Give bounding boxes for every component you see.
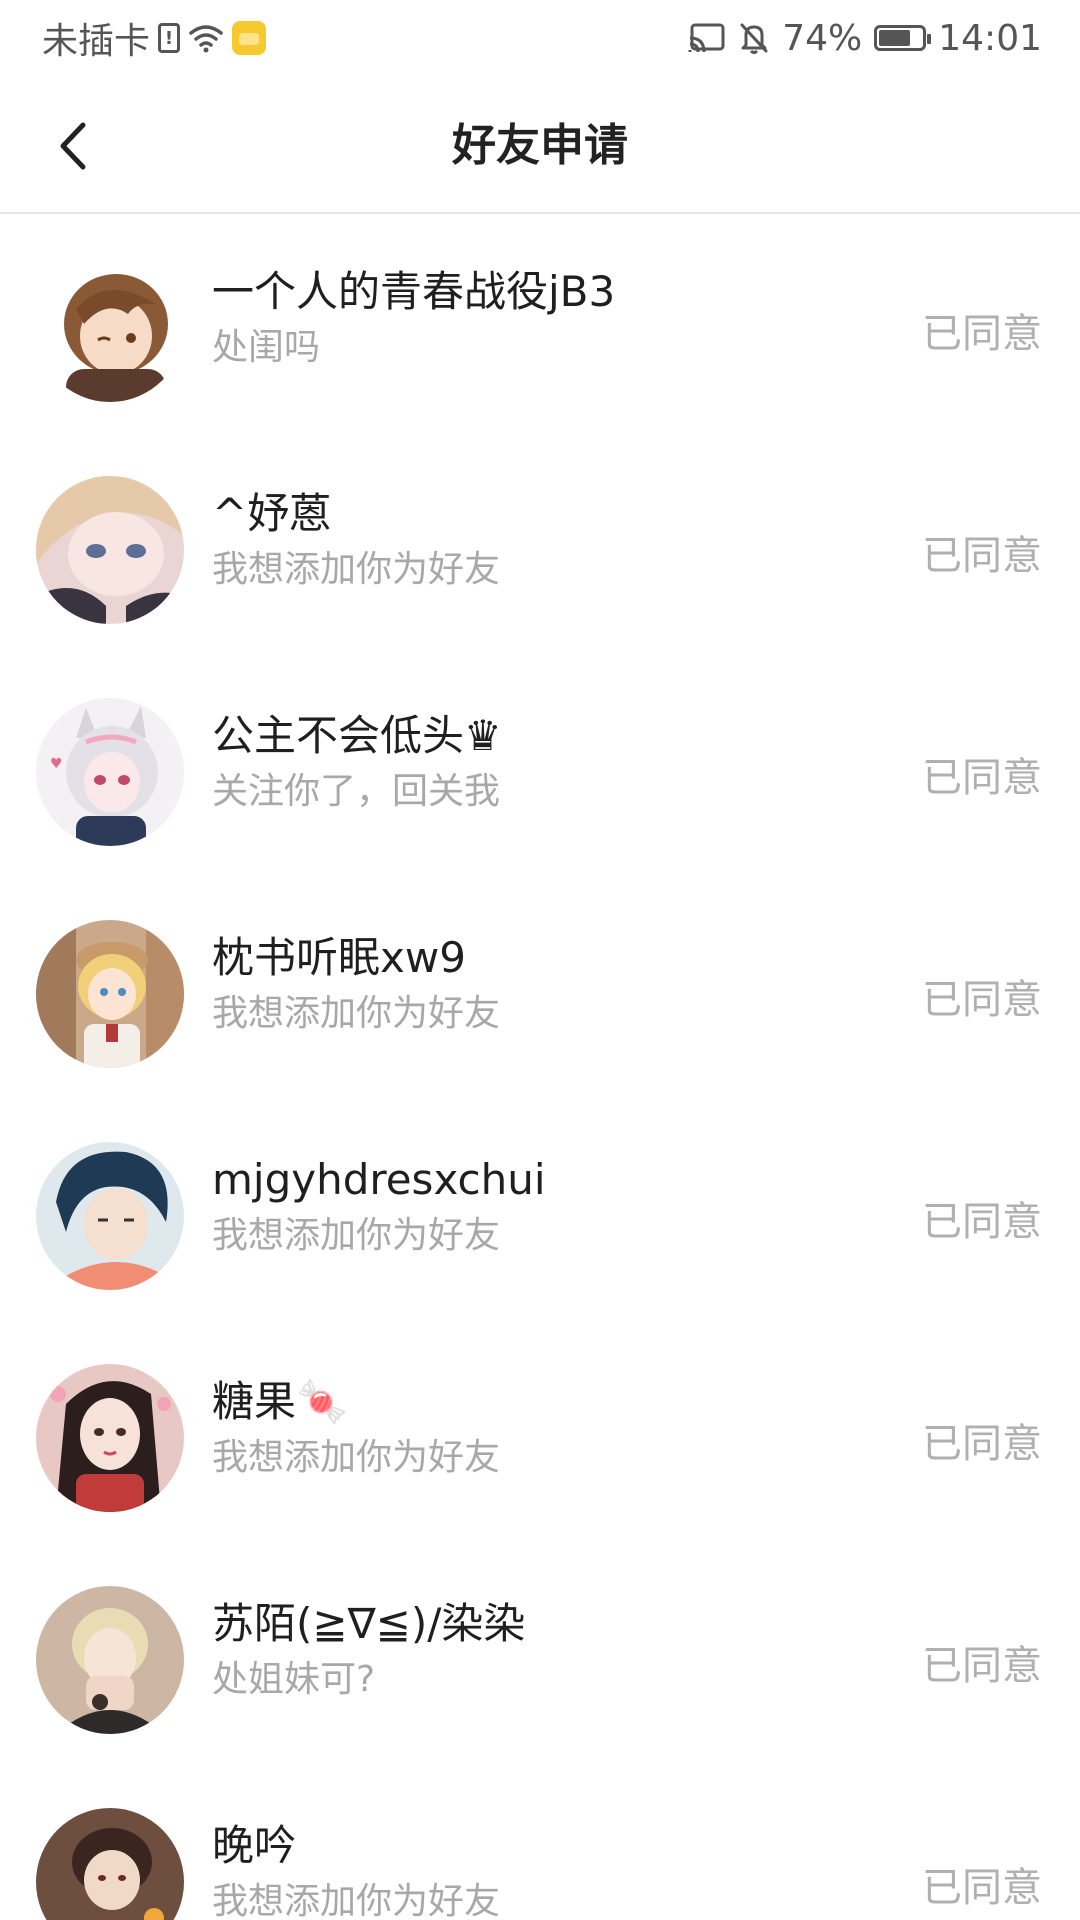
status-bar-left: 未插卡 ! (42, 12, 274, 64)
avatar[interactable] (36, 476, 184, 624)
list-item[interactable]: 晚吟 我想添加你为好友 已同意 (0, 1768, 1080, 1920)
list-item[interactable]: ♥ 公主不会低头♛ 关注你了，回关我 已同意 (0, 658, 1080, 880)
requester-name: mjgyhdresxchui (212, 1155, 546, 1204)
requester-name: ^妤蒽 (212, 489, 332, 538)
request-message: 我想添加你为好友 (212, 993, 501, 1034)
battery-level-fill (879, 30, 911, 46)
header-bar: 好友申请 (0, 76, 1080, 214)
avatar[interactable] (36, 1808, 184, 1920)
request-text: 一个人的青春战役jB3 处闺吗 (212, 264, 872, 374)
avatar[interactable] (36, 920, 184, 1068)
request-status: 已同意 (922, 977, 1042, 1023)
svg-text:♥: ♥ (50, 756, 63, 772)
list-item[interactable]: 枕书听眠xw9 我想添加你为好友 已同意 (0, 880, 1080, 1102)
avatar[interactable] (36, 254, 184, 402)
list-item[interactable]: 糖果🍬 我想添加你为好友 已同意 (0, 1324, 1080, 1546)
sim-alert-icon: ! (158, 23, 181, 53)
requester-name: 晚吟 (212, 1821, 297, 1870)
wifi-icon (188, 23, 224, 53)
request-text: 苏陌(≧∇≦)/染染 处姐妹可? (212, 1596, 872, 1706)
list-item[interactable]: 苏陌(≧∇≦)/染染 处姐妹可? 已同意 (0, 1546, 1080, 1768)
carrier-text: 未插卡 (42, 21, 151, 62)
request-text: 公主不会低头♛ 关注你了，回关我 (212, 708, 872, 818)
request-status: 已同意 (922, 1865, 1042, 1911)
wallet-icon (232, 21, 267, 55)
list-item[interactable]: 一个人的青春战役jB3 处闺吗 已同意 (0, 214, 1080, 436)
requester-name: 糖果🍬 (212, 1377, 349, 1426)
status-bar-right: 74% 14:01 (676, 18, 1042, 59)
request-status: 已同意 (922, 755, 1042, 801)
list-item[interactable]: ^妤蒽 我想添加你为好友 已同意 (0, 436, 1080, 658)
request-text: 枕书听眠xw9 我想添加你为好友 (212, 930, 872, 1040)
cast-icon (688, 22, 726, 54)
request-message: 处姐妹可? (212, 1659, 376, 1700)
battery-percent-text: 74% (782, 17, 863, 59)
battery-icon (874, 25, 932, 51)
request-message: 我想添加你为好友 (212, 549, 501, 590)
request-status: 已同意 (922, 1199, 1042, 1245)
clock-text: 14:01 (938, 17, 1042, 59)
requester-name: 枕书听眠xw9 (212, 933, 466, 982)
requester-name: 一个人的青春战役jB3 (212, 267, 616, 316)
status-bar: 未插卡 ! 74% 14:01 (0, 0, 1080, 76)
request-status: 已同意 (922, 1643, 1042, 1689)
avatar[interactable]: ♥ (36, 698, 184, 846)
request-status: 已同意 (922, 311, 1042, 357)
avatar[interactable] (36, 1142, 184, 1290)
request-message: 我想添加你为好友 (212, 1215, 501, 1256)
request-text: 糖果🍬 我想添加你为好友 (212, 1374, 872, 1484)
request-status: 已同意 (922, 1421, 1042, 1467)
page-title: 好友申请 (452, 120, 628, 171)
request-text: mjgyhdresxchui 我想添加你为好友 (212, 1152, 872, 1262)
requester-name: 苏陌(≧∇≦)/染染 (212, 1599, 526, 1648)
list-item[interactable]: mjgyhdresxchui 我想添加你为好友 已同意 (0, 1102, 1080, 1324)
request-text: 晚吟 我想添加你为好友 (212, 1818, 872, 1920)
request-message: 我想添加你为好友 (212, 1437, 501, 1478)
request-message: 我想添加你为好友 (212, 1881, 501, 1920)
request-message: 关注你了，回关我 (212, 771, 501, 812)
friend-request-list[interactable]: 一个人的青春战役jB3 处闺吗 已同意 ^妤蒽 我想添加你为好友 已同意 ♥ 公… (0, 214, 1080, 1920)
friend-requests-screen: 未插卡 ! 74% 14:01 好友申请 一个人的青春战役jB3 处闺吗 已同意… (0, 0, 1080, 1920)
bell-off-icon (738, 21, 770, 55)
avatar[interactable] (36, 1586, 184, 1734)
avatar[interactable] (36, 1364, 184, 1512)
request-status: 已同意 (922, 533, 1042, 579)
request-message: 处闺吗 (212, 327, 321, 368)
requester-name: 公主不会低头♛ (212, 711, 502, 760)
request-text: ^妤蒽 我想添加你为好友 (212, 486, 872, 596)
